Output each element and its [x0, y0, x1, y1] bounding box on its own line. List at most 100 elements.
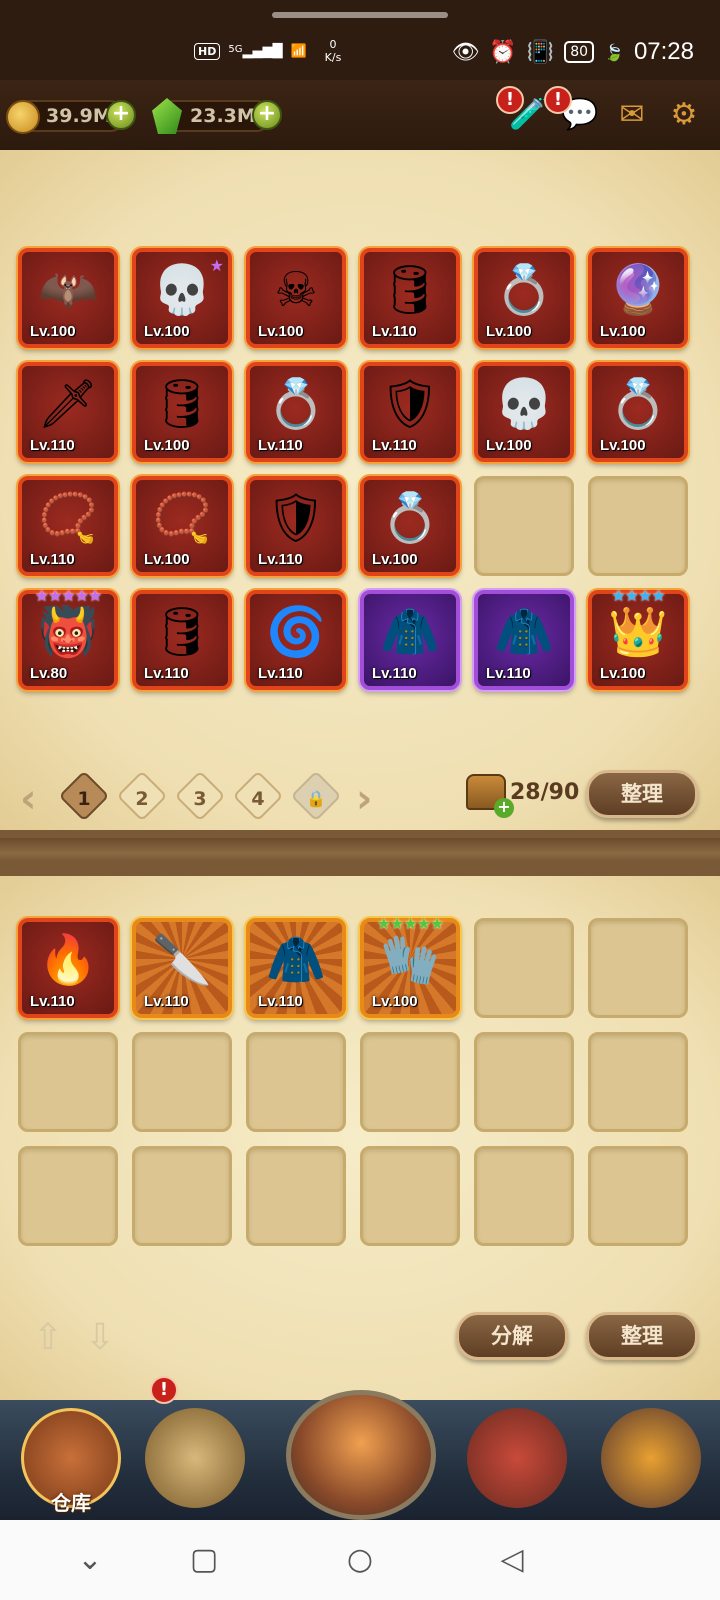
equipment-slot[interactable]: 🦇 Lv.100 [18, 248, 118, 348]
move-down-arrow[interactable]: ⇩ [80, 1316, 120, 1360]
prev-page-arrow[interactable]: ‹ [20, 776, 36, 822]
equipment-slot[interactable]: 📿 Lv.100 [132, 476, 232, 576]
page-2-button[interactable]: 2 [116, 770, 168, 822]
equipment-slot[interactable]: 💍 Lv.100 [588, 362, 688, 462]
item-level: Lv.100 [30, 323, 76, 340]
empty-slot[interactable] [246, 1032, 346, 1132]
eye-icon: 👁 [451, 39, 480, 65]
equipment-slot[interactable]: 💍 Lv.110 [246, 362, 346, 462]
alarm-icon: ⏰ [489, 39, 517, 65]
equipment-slot[interactable]: 📿 Lv.110 [18, 476, 118, 576]
item-level: Lv.110 [30, 993, 75, 1010]
item-level: Lv.100 [258, 323, 304, 340]
nav-adventure[interactable] [276, 1390, 446, 1520]
expand-storage-chest-icon[interactable]: + [466, 774, 514, 818]
gear-icon[interactable]: ⚙ [664, 94, 704, 134]
inventory-grid: 🔥 Lv.110 🔪 Lv.110 🧥 Lv.110 🧤 ★★★★★ Lv.100 [18, 914, 688, 1246]
empty-slot[interactable] [132, 1032, 232, 1132]
potion-icon[interactable]: 🧪 ! [496, 86, 548, 134]
collapse-icon[interactable]: ⌄ [70, 1540, 110, 1580]
chat-alert-badge: ! [544, 86, 572, 114]
beer-mug-icon [145, 1408, 245, 1508]
item-level: Lv.110 [258, 993, 303, 1010]
equipment-slot[interactable]: 🔪 Lv.110 [132, 918, 232, 1018]
locked-page-button[interactable]: 🔒 [290, 770, 342, 822]
equipment-slot[interactable]: 🗡 Lv.110 [18, 362, 118, 462]
item-level: Lv.110 [372, 437, 417, 454]
page-3-button[interactable]: 3 [174, 770, 226, 822]
equipment-slot[interactable]: 🧤 ★★★★★ Lv.100 [360, 914, 460, 1018]
dark-armor-icon: 🛡 [379, 376, 441, 432]
empty-slot[interactable] [474, 918, 574, 1018]
next-page-arrow[interactable]: › [356, 776, 372, 822]
empty-slot[interactable] [18, 1032, 118, 1132]
page-1-label: 1 [77, 787, 91, 810]
empty-slot[interactable] [18, 1146, 118, 1246]
add-gems-button[interactable]: + [252, 100, 282, 130]
item-level: Lv.110 [30, 437, 75, 454]
gold-coin-icon [6, 100, 40, 134]
net-speed: 0 K/s [325, 38, 342, 64]
empty-slot[interactable] [474, 1032, 574, 1132]
equipment-slot[interactable]: 🧥 Lv.110 [474, 590, 574, 690]
mail-icon[interactable]: ✉ [612, 94, 652, 134]
move-up-arrow[interactable]: ⇧ [28, 1316, 68, 1360]
flame-spear-icon: 🔥 [38, 932, 98, 988]
page-1-button[interactable]: 1 [58, 770, 110, 822]
empty-slot[interactable] [474, 476, 574, 576]
page-4-button[interactable]: 4 [232, 770, 284, 822]
back-icon[interactable]: ◁ [492, 1540, 532, 1580]
bottom-nav: 仓库 ! [0, 1376, 720, 1520]
equipment-slot[interactable]: 👹 ★★★★★ Lv.80 [18, 586, 118, 690]
item-level: Lv.100 [486, 437, 532, 454]
vibrate-icon: 📳 [526, 39, 555, 65]
empty-slot[interactable] [588, 1032, 688, 1132]
equipment-slot[interactable]: 🧥 Lv.110 [246, 918, 346, 1018]
equipment-slot[interactable]: ☠ Lv.100 [246, 248, 346, 348]
equipment-slot[interactable]: 💍 Lv.100 [360, 476, 460, 576]
add-gold-button[interactable]: + [106, 100, 136, 130]
dagger-icon: 🔪 [152, 932, 212, 988]
item-level: Lv.100 [144, 437, 190, 454]
nav-treasure[interactable] [452, 1400, 582, 1520]
chat-icon[interactable]: 💬 ! [544, 86, 600, 134]
equipment-slot[interactable]: 💍 Lv.100 [474, 248, 574, 348]
empty-slot[interactable] [588, 918, 688, 1018]
item-level: Lv.110 [372, 665, 417, 682]
empty-slot[interactable] [132, 1146, 232, 1246]
equipment-slot[interactable]: 🛢 Lv.110 [360, 248, 460, 348]
empty-slot[interactable] [360, 1032, 460, 1132]
recents-icon[interactable]: ▢ [184, 1540, 224, 1580]
equipment-grid: 🦇 Lv.100 💀 ★ Lv.100 ☠ Lv.100 🛢 Lv.110 💍 Lv.100 🔮 Lv.… [18, 248, 688, 690]
equipment-slot[interactable]: 🔥 Lv.110 [18, 918, 118, 1018]
home-icon[interactable]: ○ [340, 1540, 380, 1580]
gold-counter: 39.9M + [6, 100, 136, 134]
nav-tavern[interactable]: ! [130, 1376, 260, 1520]
equipment-slot[interactable]: 🛡 Lv.110 [360, 362, 460, 462]
clock: 07:28 [633, 38, 694, 65]
nav-warehouse[interactable]: 仓库 [6, 1400, 136, 1520]
decompose-button[interactable]: 分解 [456, 1312, 568, 1360]
equipment-slot[interactable]: 🌀 Lv.110 [246, 590, 346, 690]
empty-slot[interactable] [246, 1146, 346, 1246]
equipment-slot[interactable]: 💀 ★ Lv.100 [132, 248, 232, 348]
sort-upper-button[interactable]: 整理 [586, 770, 698, 818]
potion-alert-badge: ! [496, 86, 524, 114]
empty-slot[interactable] [588, 476, 688, 576]
empty-slot[interactable] [588, 1146, 688, 1246]
equipment-slot[interactable]: 🛡 Lv.110 [246, 476, 346, 576]
sort-lower-button[interactable]: 整理 [586, 1312, 698, 1360]
status-left: HD 5G▂▄▆█ 📶 0 K/s [194, 38, 341, 64]
equipment-slot[interactable]: 🧥 Lv.110 [360, 590, 460, 690]
equipment-slot[interactable]: 💀 Lv.100 [474, 362, 574, 462]
equipment-slot[interactable]: 👑 ★★★★ Lv.100 [588, 586, 688, 690]
equipment-slot[interactable]: 🛢 Lv.110 [132, 590, 232, 690]
equipment-slot[interactable]: 🔮 Lv.100 [588, 248, 688, 348]
equipment-slot[interactable]: 🛢 Lv.100 [132, 362, 232, 462]
winged-orb-amulet-icon: 🔮 [608, 262, 668, 318]
system-nav-bar: ⌄ ▢ ○ ◁ [0, 1520, 720, 1600]
empty-slot[interactable] [360, 1146, 460, 1246]
nav-forge[interactable] [586, 1400, 716, 1520]
item-level: Lv.100 [600, 437, 646, 454]
empty-slot[interactable] [474, 1146, 574, 1246]
